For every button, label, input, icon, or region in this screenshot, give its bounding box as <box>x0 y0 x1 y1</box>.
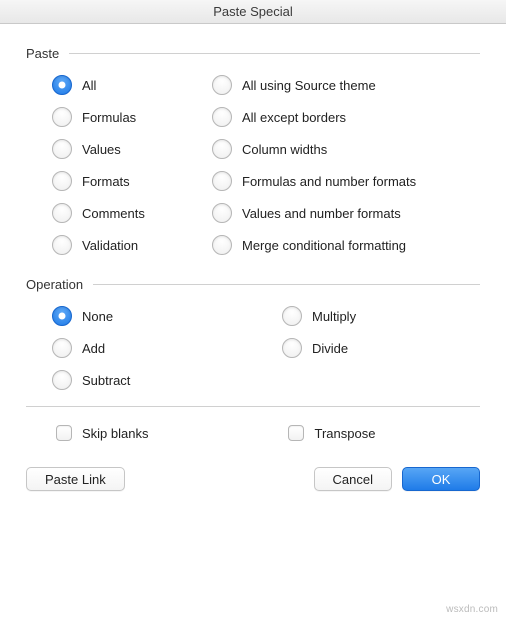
paste-options: All All using Source theme Formulas All … <box>52 75 480 255</box>
checkbox-icon <box>56 425 72 441</box>
paste-group-label: Paste <box>26 46 480 61</box>
radio-label: None <box>82 309 113 324</box>
radio-label: Divide <box>312 341 348 356</box>
radio-label: Multiply <box>312 309 356 324</box>
divider-line <box>69 53 480 54</box>
radio-icon <box>212 235 232 255</box>
radio-label: Column widths <box>242 142 327 157</box>
radio-all-except-borders[interactable]: All except borders <box>212 107 480 127</box>
radio-icon <box>52 306 72 326</box>
radio-none[interactable]: None <box>52 306 272 326</box>
radio-icon <box>52 203 72 223</box>
radio-icon <box>212 107 232 127</box>
radio-label: Comments <box>82 206 145 221</box>
radio-label: Formulas <box>82 110 136 125</box>
radio-icon <box>212 203 232 223</box>
watermark: wsxdn.com <box>446 604 498 615</box>
radio-subtract[interactable]: Subtract <box>52 370 272 390</box>
operation-group-text: Operation <box>26 277 83 292</box>
radio-values-number-formats[interactable]: Values and number formats <box>212 203 480 223</box>
radio-formats[interactable]: Formats <box>52 171 202 191</box>
radio-label: Formulas and number formats <box>242 174 416 189</box>
radio-multiply[interactable]: Multiply <box>282 306 480 326</box>
operation-group-label: Operation <box>26 277 480 292</box>
checkbox-transpose[interactable]: Transpose <box>288 425 375 441</box>
radio-icon <box>282 306 302 326</box>
button-row: Paste Link Cancel OK <box>26 467 480 491</box>
radio-all-source-theme[interactable]: All using Source theme <box>212 75 480 95</box>
radio-label: All except borders <box>242 110 346 125</box>
radio-column-widths[interactable]: Column widths <box>212 139 480 159</box>
radio-icon <box>52 75 72 95</box>
radio-comments[interactable]: Comments <box>52 203 202 223</box>
cancel-button[interactable]: Cancel <box>314 467 392 491</box>
radio-icon <box>52 107 72 127</box>
checkbox-row: Skip blanks Transpose <box>56 425 480 441</box>
radio-icon <box>212 75 232 95</box>
operation-options: None Multiply Add Divide Subtract <box>52 306 480 390</box>
ok-button[interactable]: OK <box>402 467 480 491</box>
radio-merge-conditional[interactable]: Merge conditional formatting <box>212 235 480 255</box>
radio-icon <box>52 171 72 191</box>
radio-all[interactable]: All <box>52 75 202 95</box>
radio-formulas-number-formats[interactable]: Formulas and number formats <box>212 171 480 191</box>
radio-label: Formats <box>82 174 130 189</box>
radio-validation[interactable]: Validation <box>52 235 202 255</box>
radio-label: Merge conditional formatting <box>242 238 406 253</box>
divider <box>26 406 480 407</box>
radio-label: Values <box>82 142 121 157</box>
radio-divide[interactable]: Divide <box>282 338 480 358</box>
radio-icon <box>52 139 72 159</box>
radio-label: All <box>82 78 96 93</box>
radio-label: Subtract <box>82 373 130 388</box>
radio-icon <box>212 171 232 191</box>
window-title: Paste Special <box>0 0 506 24</box>
checkbox-label: Transpose <box>314 426 375 441</box>
divider-line <box>93 284 480 285</box>
radio-label: Validation <box>82 238 138 253</box>
radio-icon <box>52 338 72 358</box>
dialog-content: Paste All All using Source theme Formula… <box>0 24 506 509</box>
checkbox-skip-blanks[interactable]: Skip blanks <box>56 425 148 441</box>
radio-add[interactable]: Add <box>52 338 272 358</box>
radio-label: Values and number formats <box>242 206 401 221</box>
radio-icon <box>52 235 72 255</box>
radio-icon <box>52 370 72 390</box>
checkbox-label: Skip blanks <box>82 426 148 441</box>
paste-group-text: Paste <box>26 46 59 61</box>
radio-formulas[interactable]: Formulas <box>52 107 202 127</box>
paste-link-button[interactable]: Paste Link <box>26 467 125 491</box>
radio-values[interactable]: Values <box>52 139 202 159</box>
radio-label: Add <box>82 341 105 356</box>
radio-icon <box>282 338 302 358</box>
radio-icon <box>212 139 232 159</box>
radio-label: All using Source theme <box>242 78 376 93</box>
checkbox-icon <box>288 425 304 441</box>
